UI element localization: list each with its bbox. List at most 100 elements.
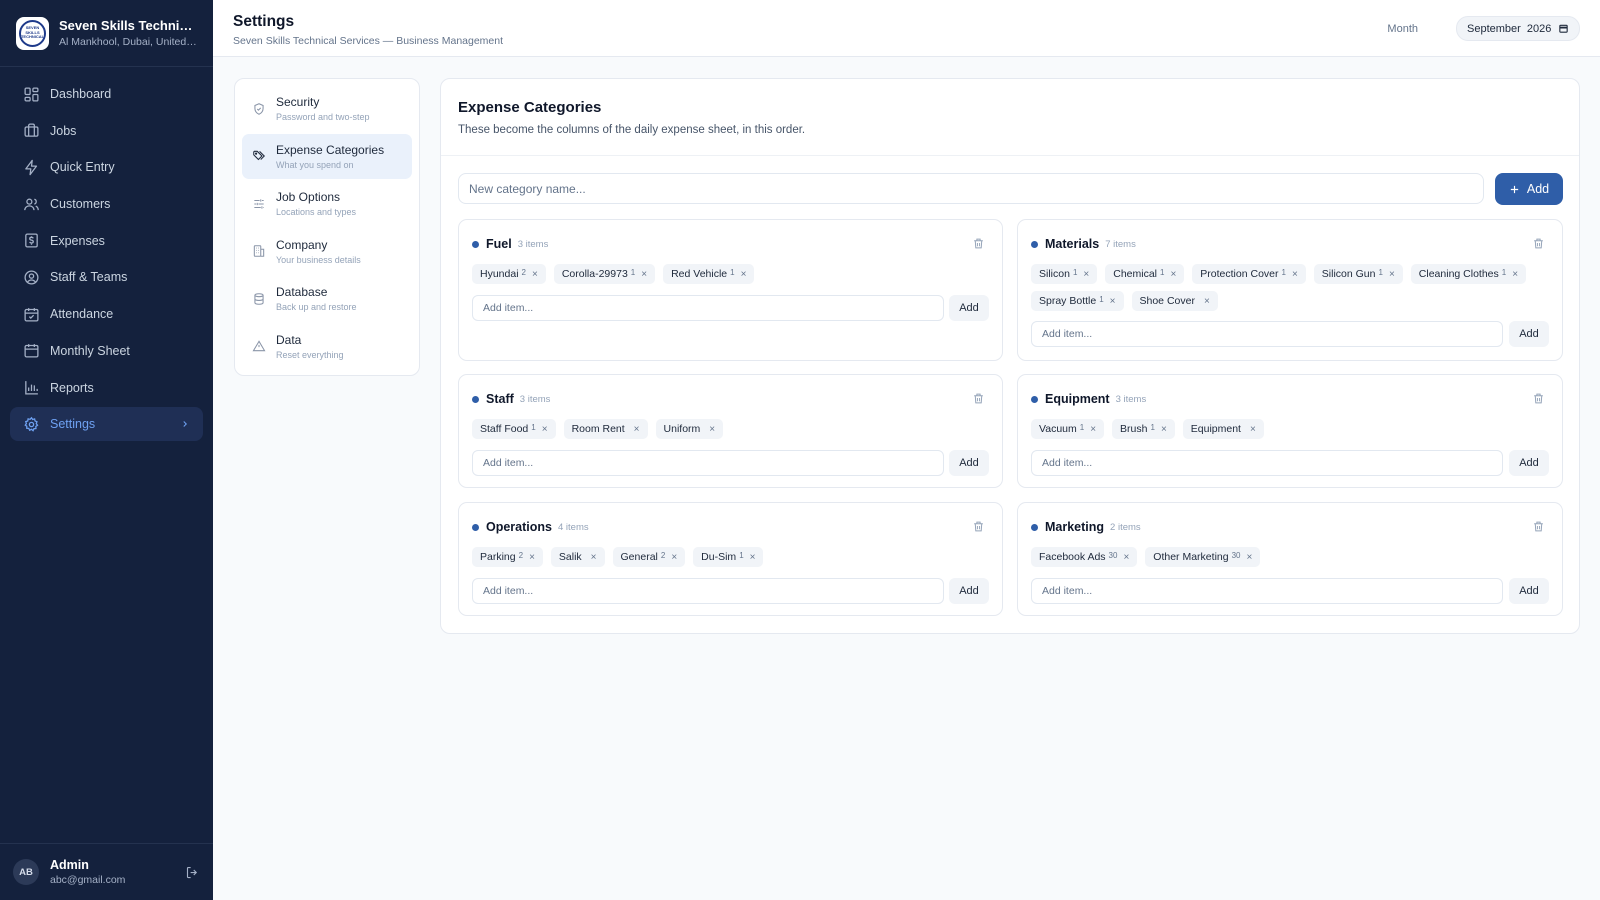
remove-item-icon[interactable]: × [591, 552, 597, 563]
sidebar-item-jobs[interactable]: Jobs [10, 114, 203, 148]
remove-item-icon[interactable]: × [641, 269, 647, 280]
brand[interactable]: SEVEN SKILLS TECHNICAL Seven Skills Tech… [0, 0, 213, 67]
sidebar-item-quick-entry[interactable]: Quick Entry [10, 150, 203, 184]
add-item-input[interactable] [1031, 321, 1503, 347]
item-tag: Corolla-29973 1 × [553, 264, 656, 284]
remove-item-icon[interactable]: × [634, 424, 640, 435]
user-name: Admin [50, 858, 89, 872]
category-name: Staff [486, 392, 514, 406]
settings-nav-security[interactable]: Security Password and two-step [242, 86, 412, 131]
bolt-icon [25, 159, 38, 176]
trash-icon[interactable] [972, 237, 985, 250]
add-item-input[interactable] [472, 295, 944, 321]
dollar-icon [25, 233, 38, 248]
item-label: Uniform [663, 423, 701, 435]
sidebar-item-reports[interactable]: Reports [10, 371, 203, 405]
item-label: Protection Cover [1200, 268, 1279, 280]
sidebar: SEVEN SKILLS TECHNICAL Seven Skills Tech… [0, 0, 213, 900]
item-label: Facebook Ads [1039, 551, 1106, 563]
settings-nav-label: Security [276, 95, 320, 109]
settings-nav-company[interactable]: Company Your business details [242, 229, 412, 274]
trash-icon[interactable] [972, 520, 985, 533]
add-item-button[interactable]: Add [949, 450, 989, 476]
sidebar-item-customers[interactable]: Customers [10, 187, 203, 221]
sidebar-item-dashboard[interactable]: Dashboard [10, 77, 203, 111]
item-tag: Du-Sim 1 × [693, 547, 764, 567]
building-icon [253, 245, 265, 258]
remove-item-icon[interactable]: × [1250, 424, 1256, 435]
settings-nav-label: Company [276, 237, 328, 252]
item-label: Equipment [1190, 423, 1241, 435]
add-item-button[interactable]: Add [949, 578, 989, 604]
trash-icon[interactable] [1532, 520, 1545, 533]
remove-item-icon[interactable]: × [1246, 552, 1252, 563]
add-item-button[interactable]: Add [949, 295, 989, 321]
sidebar-item-expenses[interactable]: Expenses [10, 224, 203, 258]
settings-nav-data[interactable]: Data Reset everything [242, 324, 412, 369]
remove-item-icon[interactable]: × [1292, 269, 1298, 280]
category-name: Marketing [1045, 520, 1105, 534]
category-name: Materials [1045, 237, 1100, 251]
remove-item-icon[interactable]: × [709, 424, 715, 435]
item-label: Du-Sim [701, 551, 737, 563]
item-tags: Parking 2 × Salik × General 2 × Du-Sim 1 × [472, 547, 989, 567]
remove-item-icon[interactable]: × [532, 269, 538, 280]
add-item-input[interactable] [472, 450, 944, 476]
add-item-button[interactable]: Add [1509, 321, 1549, 347]
item-tag: Vacuum 1 × [1031, 419, 1105, 439]
remove-item-icon[interactable]: × [529, 552, 535, 563]
add-item-button[interactable]: Add [1509, 450, 1549, 476]
gear-icon [24, 416, 39, 432]
logout-icon[interactable] [185, 865, 200, 880]
category-card-marketing: Marketing 2 items Facebook Ads 30 × Other M… [1017, 502, 1563, 616]
remove-item-icon[interactable]: × [1204, 296, 1210, 307]
add-item-input[interactable] [1031, 578, 1503, 604]
add-item-button[interactable]: Add [1509, 578, 1549, 604]
sidebar-item-monthly-sheet[interactable]: Monthly Sheet [10, 334, 203, 368]
remove-item-icon[interactable]: × [1090, 424, 1096, 435]
item-tag: Room Rent × [563, 419, 648, 439]
remove-item-icon[interactable]: × [1512, 269, 1518, 280]
avatar[interactable]: AB [13, 859, 39, 885]
company-logo: SEVEN SKILLS TECHNICAL [16, 16, 49, 50]
trash-icon[interactable] [1532, 237, 1545, 250]
remove-item-icon[interactable]: × [1170, 269, 1176, 280]
settings-nav-database[interactable]: Database Back up and restore [242, 276, 412, 321]
item-usage-count: 1 [739, 550, 744, 560]
remove-item-icon[interactable]: × [1389, 269, 1395, 280]
remove-item-icon[interactable]: × [1123, 552, 1129, 563]
remove-item-icon[interactable]: × [1083, 269, 1089, 280]
item-tag: Silicon 1 × [1031, 264, 1098, 284]
settings-nav-label: Job Options [276, 190, 341, 205]
new-category-input[interactable] [458, 173, 1484, 204]
settings-nav-expense-categories[interactable]: Expense Categories What you spend on [242, 133, 412, 179]
settings-nav-desc: Reset everything [276, 349, 344, 360]
sidebar-item-settings[interactable]: Settings [10, 407, 203, 442]
remove-item-icon[interactable]: × [750, 552, 756, 563]
sidebar-item-attendance[interactable]: Attendance [10, 297, 203, 331]
item-label: Staff Food [480, 423, 529, 435]
settings-nav-job-options[interactable]: Job Options Locations and types [242, 181, 412, 226]
remove-item-icon[interactable]: × [741, 269, 747, 280]
trash-icon[interactable] [1532, 392, 1545, 405]
category-dot [472, 240, 479, 248]
remove-item-icon[interactable]: × [671, 552, 677, 563]
remove-item-icon[interactable]: × [1110, 296, 1116, 307]
trash-icon[interactable] [972, 392, 985, 405]
sidebar-item-staff-teams[interactable]: Staff & Teams [10, 260, 203, 294]
item-tag: Equipment × [1182, 419, 1264, 439]
add-category-button[interactable]: Add [1495, 173, 1563, 205]
add-item-input[interactable] [1031, 450, 1503, 476]
sidebar-item-label: Settings [50, 417, 96, 432]
add-item-input[interactable] [472, 578, 944, 604]
remove-item-icon[interactable]: × [1161, 424, 1167, 435]
database-icon [254, 293, 264, 305]
month-picker[interactable]: September 2026 [1456, 16, 1580, 41]
sidebar-item-label: Expenses [50, 233, 105, 248]
grid-icon [24, 86, 39, 102]
item-usage-count: 30 [1231, 550, 1241, 560]
category-name: Operations [486, 520, 552, 534]
remove-item-icon[interactable]: × [542, 424, 548, 435]
tags-icon [253, 150, 265, 161]
calendar-icon[interactable] [1558, 23, 1569, 34]
